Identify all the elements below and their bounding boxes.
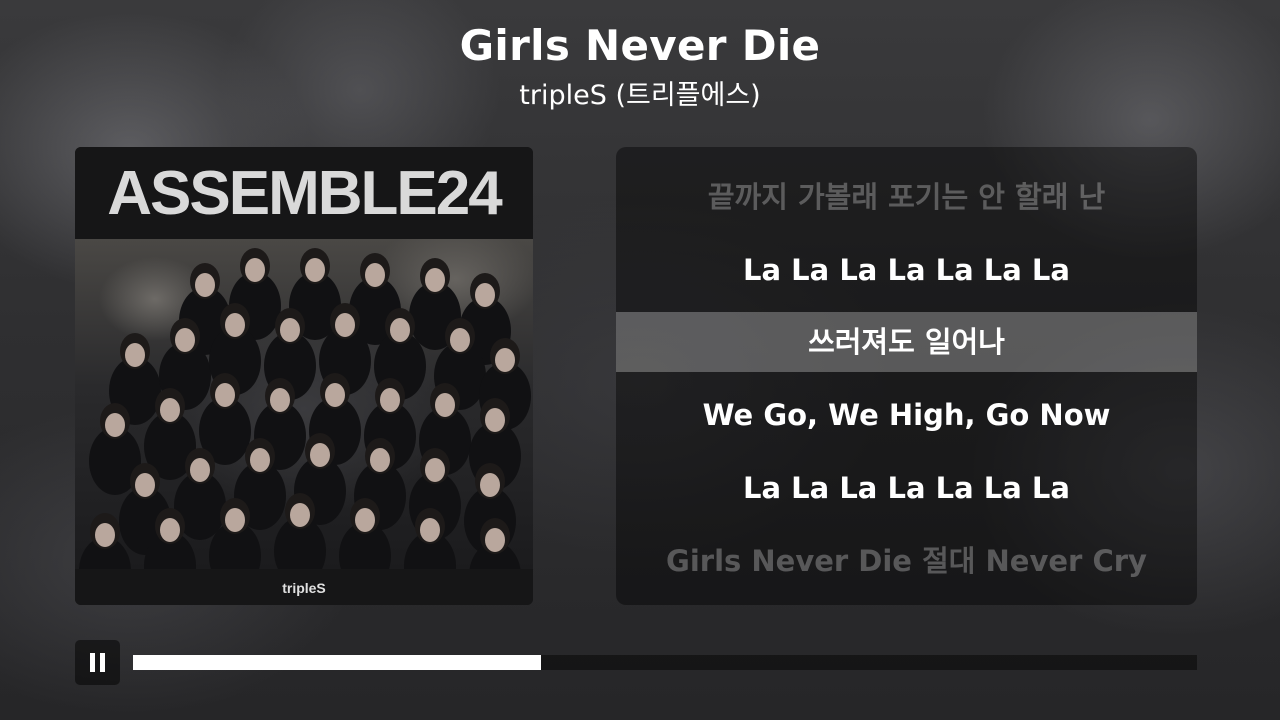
song-title: Girls Never Die xyxy=(459,21,821,70)
lyric-line: We Go, We High, Go Now xyxy=(702,398,1111,432)
album-cover-footer: tripleS xyxy=(75,569,533,605)
album-cover-brand: tripleS xyxy=(282,580,326,596)
progress-bar-fill xyxy=(133,655,541,670)
progress-bar[interactable] xyxy=(133,655,1197,670)
album-cover-photo xyxy=(75,239,533,569)
song-header: Girls Never Die tripleS (트리플에스) xyxy=(0,18,1280,114)
lyrics-panel: 끝까지 가볼래 포기는 안 할래 난 La La La La La La La 쓰러… xyxy=(616,147,1197,605)
lyric-line: Girls Never Die 절대 Never Cry xyxy=(666,544,1147,578)
lyric-line-current: 쓰러져도 일어나 xyxy=(616,312,1197,372)
pause-button[interactable] xyxy=(75,640,120,685)
song-artist: tripleS (트리플에스) xyxy=(519,80,761,111)
album-cover-title: ASSEMBLE24 xyxy=(107,159,502,228)
album-cover: ASSEMBLE24 tripleS xyxy=(75,147,533,605)
album-cover-header: ASSEMBLE24 xyxy=(75,147,533,239)
lyric-line: La La La La La La La xyxy=(743,253,1070,287)
lyric-line: 끝까지 가볼래 포기는 안 할래 난 xyxy=(707,180,1106,214)
lyric-line: La La La La La La La xyxy=(743,471,1070,505)
group-photo-illustration xyxy=(79,248,531,569)
